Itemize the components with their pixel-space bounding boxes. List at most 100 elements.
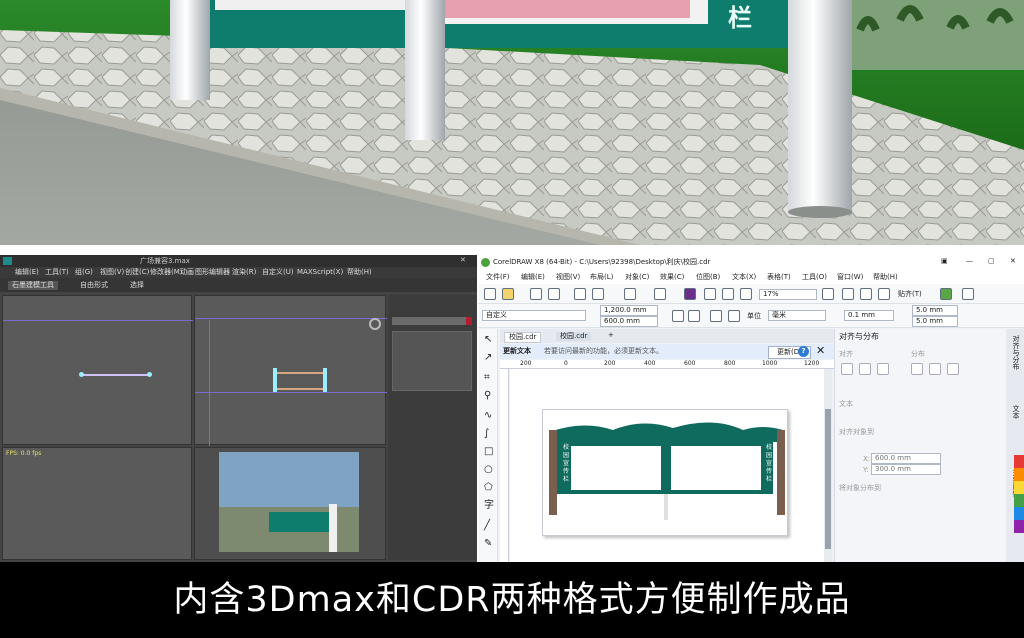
text-tool-icon[interactable]: 字: [484, 501, 494, 511]
menu-help[interactable]: 帮助(H): [873, 274, 898, 281]
viewport-front[interactable]: [194, 295, 387, 446]
menu-tools[interactable]: 工具(O): [802, 274, 827, 281]
modifier-stack[interactable]: [392, 331, 472, 391]
polygon-tool-icon[interactable]: ⬠: [484, 483, 493, 493]
tab-freeform[interactable]: 自由形式: [80, 282, 108, 289]
redo-icon[interactable]: [654, 288, 666, 300]
menu-file[interactable]: 文件(F): [486, 274, 510, 281]
ellipse-tool-icon[interactable]: ○: [484, 465, 493, 475]
duplicate-x-input[interactable]: 5.0 mm: [912, 305, 958, 316]
add-tab-icon[interactable]: +: [608, 332, 614, 339]
menu-text[interactable]: 文本(X): [732, 274, 756, 281]
tab-graphite[interactable]: 石墨建模工具: [8, 281, 58, 290]
guidelines-icon[interactable]: [878, 288, 890, 300]
help-icon[interactable]: ?: [798, 346, 809, 357]
menu-effects[interactable]: 效果(C): [660, 274, 684, 281]
landscape-icon[interactable]: [688, 310, 700, 322]
minimize-icon[interactable]: —: [966, 258, 973, 265]
page-width-input[interactable]: 1,200.0 mm: [600, 305, 658, 316]
y-position-input[interactable]: 300.0 mm: [871, 464, 941, 475]
page-preset-select[interactable]: 自定义: [482, 310, 586, 321]
drawing-canvas[interactable]: 校园宣传栏 校园宣传栏: [510, 369, 824, 562]
crop-tool-icon[interactable]: ⌗: [484, 373, 490, 383]
maximize-icon[interactable]: ▢: [988, 258, 995, 265]
max-menu-item[interactable]: 图形编辑器: [195, 269, 230, 276]
save-icon[interactable]: [530, 288, 542, 300]
menu-view[interactable]: 视图(V): [556, 274, 580, 281]
freehand-tool-icon[interactable]: ∿: [484, 411, 492, 421]
distribute-center-icon[interactable]: [929, 363, 941, 375]
rulers-icon[interactable]: [842, 288, 854, 300]
doc-tab[interactable]: 校园.cdr: [504, 332, 542, 343]
menu-edit[interactable]: 编辑(E): [521, 274, 545, 281]
undo-icon[interactable]: [624, 288, 636, 300]
launch-icon[interactable]: [962, 288, 974, 300]
print-icon[interactable]: [548, 288, 560, 300]
doc-tab[interactable]: 校园.cdr: [556, 332, 592, 341]
max-menu-item[interactable]: 帮助(H): [347, 269, 372, 276]
zoom-select[interactable]: 17%: [759, 289, 817, 300]
search-content-icon[interactable]: [684, 288, 696, 300]
max-menu-item[interactable]: 编辑(E): [15, 269, 39, 276]
max-menu-item[interactable]: 工具(T): [45, 269, 69, 276]
units-select[interactable]: 毫米: [768, 310, 826, 321]
eyedropper-tool-icon[interactable]: ✎: [484, 539, 492, 549]
swatch-purple[interactable]: [1014, 520, 1024, 533]
scrollbar-thumb[interactable]: [825, 409, 831, 549]
viewport-perspective[interactable]: [194, 447, 386, 560]
line-tool-icon[interactable]: ╱: [484, 521, 490, 531]
distribute-left-icon[interactable]: [911, 363, 923, 375]
distribute-right-icon[interactable]: [947, 363, 959, 375]
options-gear-icon[interactable]: [940, 288, 952, 300]
close-icon[interactable]: ✕: [1010, 258, 1016, 265]
color-swatch[interactable]: [466, 317, 472, 325]
max-menu-item[interactable]: 组(G): [75, 269, 93, 276]
side-tab-text[interactable]: 文本: [1009, 405, 1021, 445]
publish-pdf-icon[interactable]: [740, 288, 752, 300]
max-menu-item[interactable]: MAXScript(X): [297, 269, 343, 276]
max-menu-item[interactable]: 自定义(U): [262, 269, 294, 276]
side-tab-align[interactable]: 对齐与分布: [1009, 335, 1021, 385]
page-height-input[interactable]: 600.0 mm: [600, 316, 658, 327]
menu-window[interactable]: 窗口(W): [837, 274, 863, 281]
swatch-red[interactable]: [1014, 455, 1024, 468]
artistic-media-icon[interactable]: ∫: [484, 429, 489, 439]
x-position-input[interactable]: 600.0 mm: [871, 453, 941, 464]
max-menu-item[interactable]: 动画: [180, 269, 194, 276]
align-left-icon[interactable]: [841, 363, 853, 375]
nudge-distance-input[interactable]: 0.1 mm: [844, 310, 894, 321]
max-menu-item[interactable]: 修改器(M): [150, 269, 183, 276]
swatch-green[interactable]: [1014, 494, 1024, 507]
export-icon[interactable]: [722, 288, 734, 300]
viewport-left[interactable]: FPS: 0.0 fps: [2, 447, 192, 560]
full-screen-icon[interactable]: [822, 288, 834, 300]
duplicate-y-input[interactable]: 5.0 mm: [912, 316, 958, 327]
close-icon[interactable]: ✕: [460, 257, 466, 264]
grid-icon[interactable]: [860, 288, 872, 300]
swatch-blue[interactable]: [1014, 507, 1024, 520]
max-menu-item[interactable]: 渲染(R): [232, 269, 256, 276]
menu-layout[interactable]: 布局(L): [590, 274, 613, 281]
menu-bitmaps[interactable]: 位图(B): [696, 274, 720, 281]
swatch-yellow[interactable]: [1014, 481, 1024, 494]
viewcube-icon[interactable]: [369, 318, 381, 330]
rectangle-tool-icon[interactable]: □: [484, 447, 493, 457]
copy-icon[interactable]: [592, 288, 604, 300]
max-menu-item[interactable]: 视图(V): [100, 269, 124, 276]
zoom-tool-icon[interactable]: ⚲: [484, 391, 491, 401]
user-icon[interactable]: ▣: [941, 258, 948, 265]
all-pages-icon[interactable]: [710, 310, 722, 322]
shape-tool-icon[interactable]: ↗: [484, 353, 492, 363]
vertical-scrollbar[interactable]: [824, 369, 832, 562]
new-icon[interactable]: [484, 288, 496, 300]
close-notice-icon[interactable]: ✕: [816, 345, 825, 356]
align-center-icon[interactable]: [859, 363, 871, 375]
name-field[interactable]: [392, 317, 472, 325]
align-right-icon[interactable]: [877, 363, 889, 375]
menu-object[interactable]: 对象(C): [625, 274, 649, 281]
pick-tool-icon[interactable]: ↖: [484, 335, 492, 345]
snap-to-dropdown[interactable]: 贴齐(T): [898, 291, 922, 298]
cut-icon[interactable]: [574, 288, 586, 300]
import-icon[interactable]: [704, 288, 716, 300]
menu-table[interactable]: 表格(T): [767, 274, 791, 281]
